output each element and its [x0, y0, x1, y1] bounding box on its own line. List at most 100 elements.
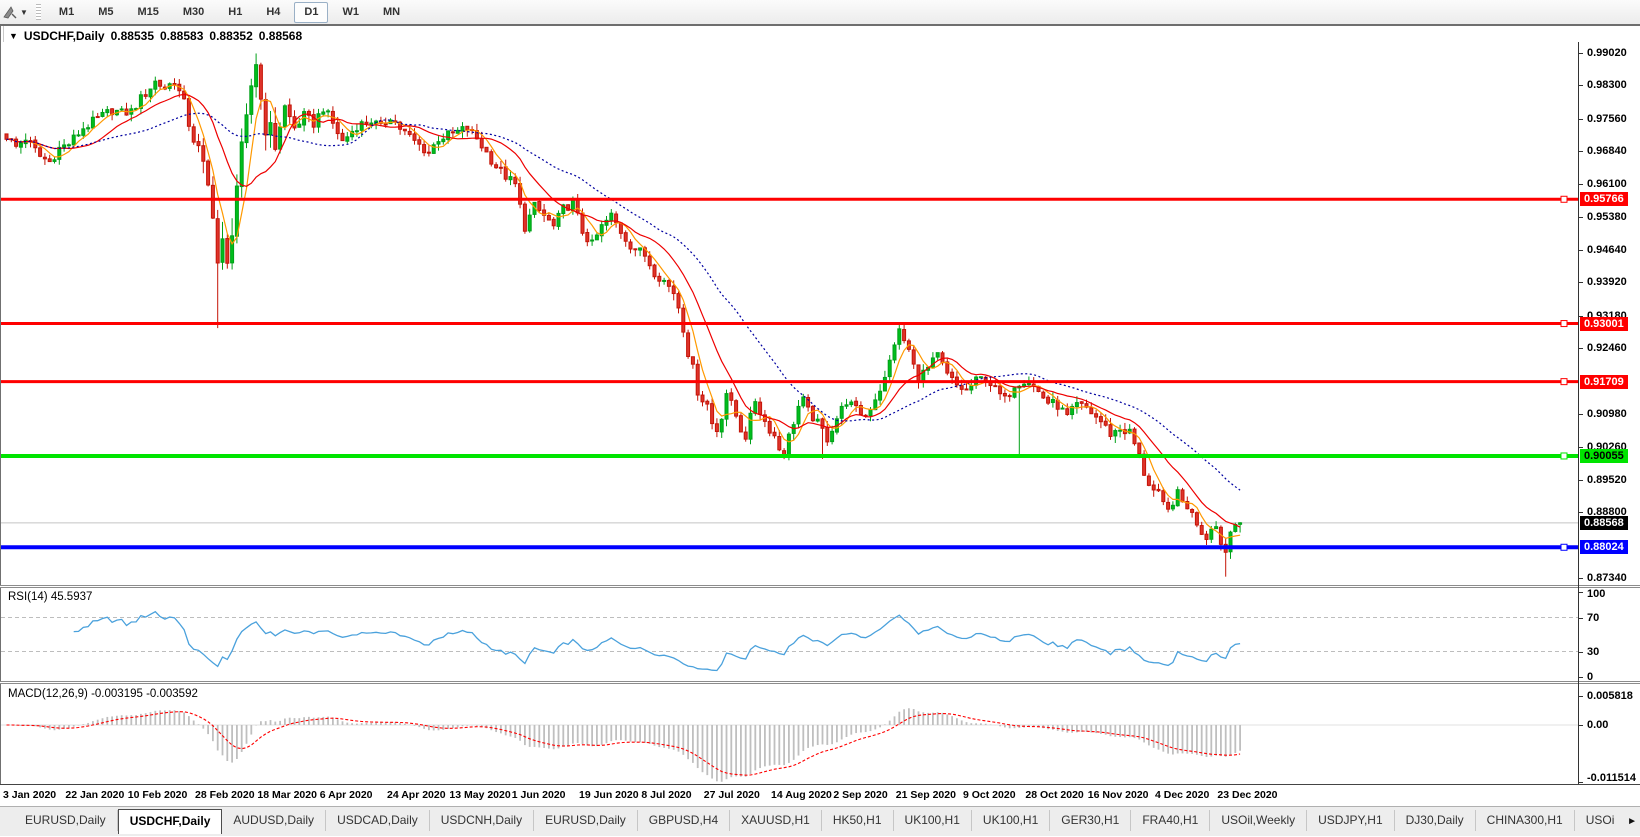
candle-body: [1007, 395, 1012, 398]
candle-body: [743, 431, 748, 440]
candle-body: [580, 212, 585, 234]
candle-body: [441, 138, 446, 143]
candle-body: [1137, 442, 1142, 455]
macd-chart-canvas[interactable]: [1, 684, 1578, 784]
ma-line-fast: [6, 84, 1241, 540]
level-line-anchor[interactable]: [1560, 378, 1568, 386]
level-line-anchor[interactable]: [1560, 543, 1568, 551]
chart-tab-audusd-daily[interactable]: AUDUSD,Daily: [222, 810, 327, 831]
price-tick-mark: [1578, 151, 1583, 152]
chart-tab-eurusd-daily[interactable]: EURUSD,Daily: [534, 810, 638, 831]
candle-body: [676, 293, 681, 309]
chart-tab-usdjpy-h1[interactable]: USDJPY,H1: [1307, 810, 1395, 831]
candle-body: [1146, 475, 1151, 486]
timeframe-button-h4[interactable]: H4: [256, 2, 290, 23]
candle-body: [556, 212, 561, 227]
price-tick-label: 0.94640: [1587, 243, 1627, 256]
date-label: 14 Aug 2020: [771, 789, 832, 801]
candle-body: [249, 85, 254, 115]
candle-body: [916, 364, 921, 383]
chart-tab-gbpusd-h4[interactable]: GBPUSD,H4: [638, 810, 731, 831]
date-label: 22 Jan 2020: [65, 789, 125, 801]
candle-body: [52, 159, 57, 162]
candle-body: [484, 146, 489, 153]
timeframe-button-m30[interactable]: M30: [173, 2, 214, 23]
level-line-anchor[interactable]: [1560, 195, 1568, 203]
candle-body: [460, 126, 465, 132]
candle-body: [364, 121, 369, 125]
price-tick-mark: [1578, 414, 1583, 416]
timeframe-button-m5[interactable]: M5: [88, 2, 123, 23]
candle-body: [633, 248, 638, 251]
timeframe-button-m15[interactable]: M15: [127, 2, 168, 23]
candle-body: [729, 392, 734, 401]
tab-scroll-right-icon[interactable]: ►: [1627, 816, 1637, 827]
candle-body: [1204, 533, 1209, 540]
level-line-anchor[interactable]: [1560, 320, 1568, 328]
chart-title: ▼ USDCHF,Daily 0.88535 0.88583 0.88352 0…: [9, 29, 302, 43]
ohlc-high: 0.88583: [160, 29, 204, 43]
time-axis[interactable]: 3 Jan 2020 22 Jan 2020 10 Feb 2020 28 Feb 2…: [0, 785, 1640, 806]
rsi-tick-label: 0: [1587, 671, 1594, 683]
candle-body: [95, 116, 100, 119]
candle-body: [935, 352, 940, 358]
chevron-down-icon[interactable]: ▼: [20, 8, 28, 17]
timeframe-button-m1[interactable]: M1: [49, 2, 84, 23]
candle-body: [950, 371, 955, 378]
chart-tab-china300-h1[interactable]: CHINA300,H1: [1476, 810, 1575, 831]
candle-body: [239, 141, 244, 188]
candle-body: [868, 408, 873, 417]
candle-body: [878, 390, 883, 401]
date-label: 2 Sep 2020: [833, 789, 888, 801]
candle-body: [959, 385, 964, 390]
timeframe-button-d1[interactable]: D1: [294, 1, 329, 23]
candle-body: [426, 151, 431, 154]
candle-body: [340, 132, 345, 142]
candle-body: [498, 166, 503, 169]
chart-tab-uk100-h1[interactable]: UK100,H1: [894, 810, 972, 831]
timeframe-button-mn[interactable]: MN: [373, 2, 410, 23]
chart-tab-usdcnh-daily[interactable]: USDCNH,Daily: [430, 810, 535, 831]
price-chart-canvas[interactable]: [1, 42, 1578, 586]
chart-tab-xauusd-h1[interactable]: XAUUSD,H1: [730, 810, 822, 831]
candle-body: [758, 401, 763, 415]
collapse-triangle-icon[interactable]: ▼: [9, 31, 18, 41]
toolbar-grip[interactable]: [35, 4, 41, 20]
chart-tab-fra40-h1[interactable]: FRA40,H1: [1131, 810, 1211, 831]
candle-body: [86, 127, 91, 130]
candle-body: [1113, 430, 1118, 437]
timeframe-button-w1[interactable]: W1: [332, 2, 369, 23]
chart-tab-hk50-h1[interactable]: HK50,H1: [822, 810, 894, 831]
chart-tab-usoil-weekly[interactable]: USOil,Weekly: [1210, 810, 1308, 831]
price-tick-label: 0.98300: [1587, 79, 1627, 92]
candle-body: [902, 329, 907, 342]
chart-cursor-icon[interactable]: [2, 5, 18, 20]
chart-tab-usdchf-daily[interactable]: USDCHF,Daily: [117, 809, 223, 834]
timeframe-button-h1[interactable]: H1: [218, 2, 252, 23]
date-label: 28 Feb 2020: [195, 789, 255, 801]
rsi-chart-canvas[interactable]: [1, 588, 1578, 682]
rsi-label: RSI(14) 45.5937: [8, 591, 93, 603]
chart-tab-usdcad-daily[interactable]: USDCAD,Daily: [326, 810, 430, 831]
candle-body: [1156, 488, 1161, 492]
chart-tab-uk100-h1[interactable]: UK100,H1: [972, 810, 1051, 831]
candle-body: [225, 238, 230, 264]
candle-body: [681, 307, 686, 333]
level-price-tag: 0.93001: [1580, 316, 1628, 331]
candle-body: [734, 400, 739, 417]
candle-body: [690, 356, 695, 365]
candle-body: [503, 166, 508, 180]
candle-body: [585, 232, 590, 243]
chart-tab-ger30-h1[interactable]: GER30,H1: [1050, 810, 1132, 831]
candle-body: [820, 418, 825, 429]
candle-body: [1089, 407, 1094, 415]
candle-body: [148, 88, 153, 98]
chart-tab-usoil-[interactable]: USOil,: [1575, 810, 1614, 831]
toolbar: ▼ M1 M5 M15 M30 H1 H4 D1 W1 MN: [0, 0, 1640, 25]
candle-body: [354, 130, 359, 133]
chart-tab-eurusd-daily[interactable]: EURUSD,Daily: [14, 810, 118, 831]
chart-tab-dj30-daily[interactable]: DJ30,Daily: [1395, 810, 1476, 831]
level-price-tag: 0.90055: [1580, 448, 1628, 463]
level-line-anchor[interactable]: [1560, 452, 1568, 460]
candle-body: [618, 222, 623, 234]
